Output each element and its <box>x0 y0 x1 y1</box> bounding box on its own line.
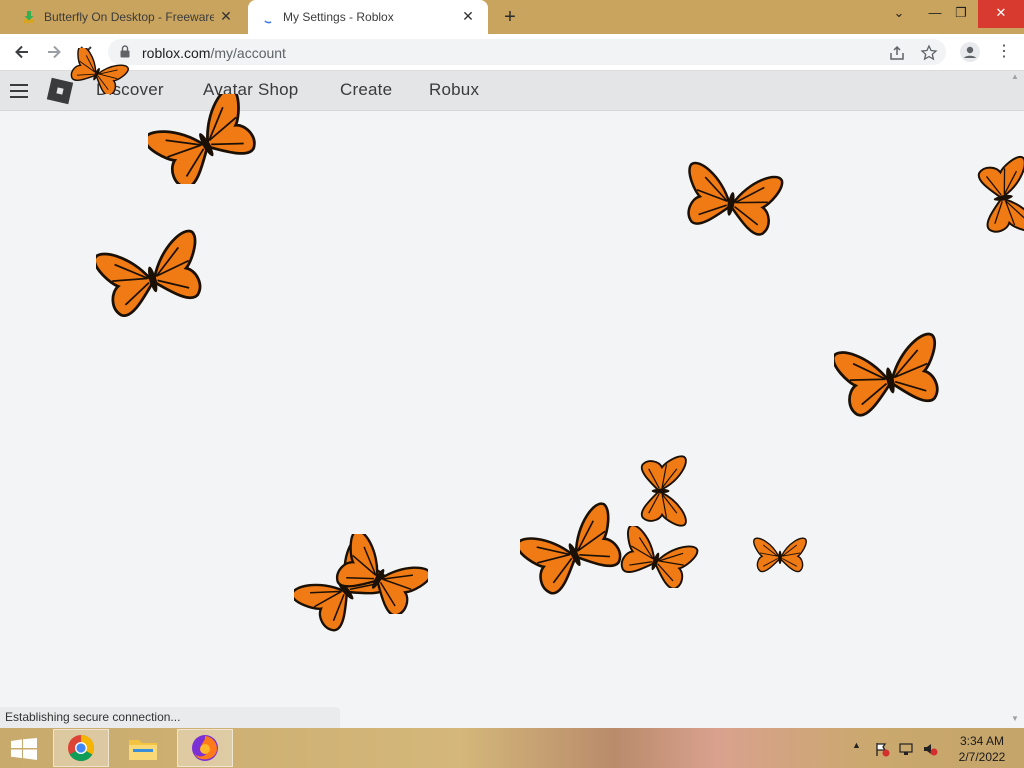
action-center-flag-icon[interactable] <box>874 741 890 757</box>
butterfly-image <box>613 526 700 588</box>
clock[interactable]: 3:34 AM 2/7/2022 <box>952 733 1012 765</box>
clock-time: 3:34 AM <box>959 734 1005 748</box>
close-tab-icon[interactable]: ✕ <box>218 8 234 24</box>
taskbar-firefox[interactable] <box>177 729 233 767</box>
firefox-icon <box>192 735 218 761</box>
butterfly-image <box>679 160 785 238</box>
menu-kebab-icon[interactable]: ⋮ <box>996 42 1012 62</box>
nav-create[interactable]: Create <box>340 80 392 100</box>
tab-title: Butterfly On Desktop - Freeware <box>44 10 214 24</box>
butterfly-image <box>753 537 807 573</box>
person-icon <box>964 46 976 58</box>
url-text[interactable]: roblox.com/my/account <box>142 45 286 61</box>
scroll-up-arrow-icon[interactable]: ▲ <box>1011 72 1019 81</box>
loading-spinner-icon <box>264 20 272 24</box>
windows-start-icon[interactable] <box>10 738 38 760</box>
close-tab-icon[interactable]: ✕ <box>460 8 476 24</box>
new-tab-button[interactable]: + <box>500 6 520 28</box>
bookmark-star-icon[interactable] <box>920 44 938 62</box>
nav-robux[interactable]: Robux <box>429 80 479 100</box>
omnibox[interactable]: roblox.com/my/account <box>108 39 946 65</box>
taskbar-file-explorer[interactable] <box>115 729 171 767</box>
tab-search-icon[interactable]: ⌄ <box>882 0 916 28</box>
butterfly-image <box>334 534 428 614</box>
tab-strip: Butterfly On Desktop - Freeware ✕ My Set… <box>0 0 1024 34</box>
tab-butterfly[interactable]: Butterfly On Desktop - Freeware ✕ <box>8 0 246 34</box>
network-icon[interactable] <box>898 741 914 757</box>
download-icon <box>24 11 34 23</box>
butterfly-image <box>148 94 258 184</box>
tab-title: My Settings - Roblox <box>283 10 394 24</box>
taskbar: ▲ 3:34 AM 2/7/2022 <box>0 728 1024 768</box>
show-hidden-icons-caret[interactable]: ▲ <box>852 740 861 750</box>
restore-button[interactable]: ❐ <box>944 0 978 28</box>
browser-toolbar: roblox.com/my/account ⋮ <box>0 34 1024 71</box>
hamburger-menu-icon[interactable] <box>10 84 28 102</box>
status-bubble: Establishing secure connection... <box>0 707 340 728</box>
butterfly-image <box>975 155 1024 240</box>
folder-icon <box>129 740 157 760</box>
butterfly-image <box>65 48 130 94</box>
taskbar-chrome[interactable] <box>53 729 109 767</box>
tab-my-settings[interactable]: My Settings - Roblox ✕ <box>248 0 488 34</box>
butterfly-image <box>834 331 944 420</box>
scroll-down-arrow-icon[interactable]: ▼ <box>1011 714 1019 723</box>
volume-muted-icon[interactable] <box>922 741 938 757</box>
back-arrow-icon[interactable] <box>12 42 32 62</box>
profile-avatar-icon[interactable] <box>960 42 980 62</box>
url-host: roblox.com <box>142 45 211 61</box>
close-window-button[interactable]: ✕ <box>978 0 1024 28</box>
clock-date: 2/7/2022 <box>958 750 1006 764</box>
url-path: /my/account <box>210 45 286 61</box>
share-icon[interactable] <box>888 44 906 62</box>
butterfly-image <box>96 228 206 322</box>
chrome-icon <box>68 734 94 762</box>
